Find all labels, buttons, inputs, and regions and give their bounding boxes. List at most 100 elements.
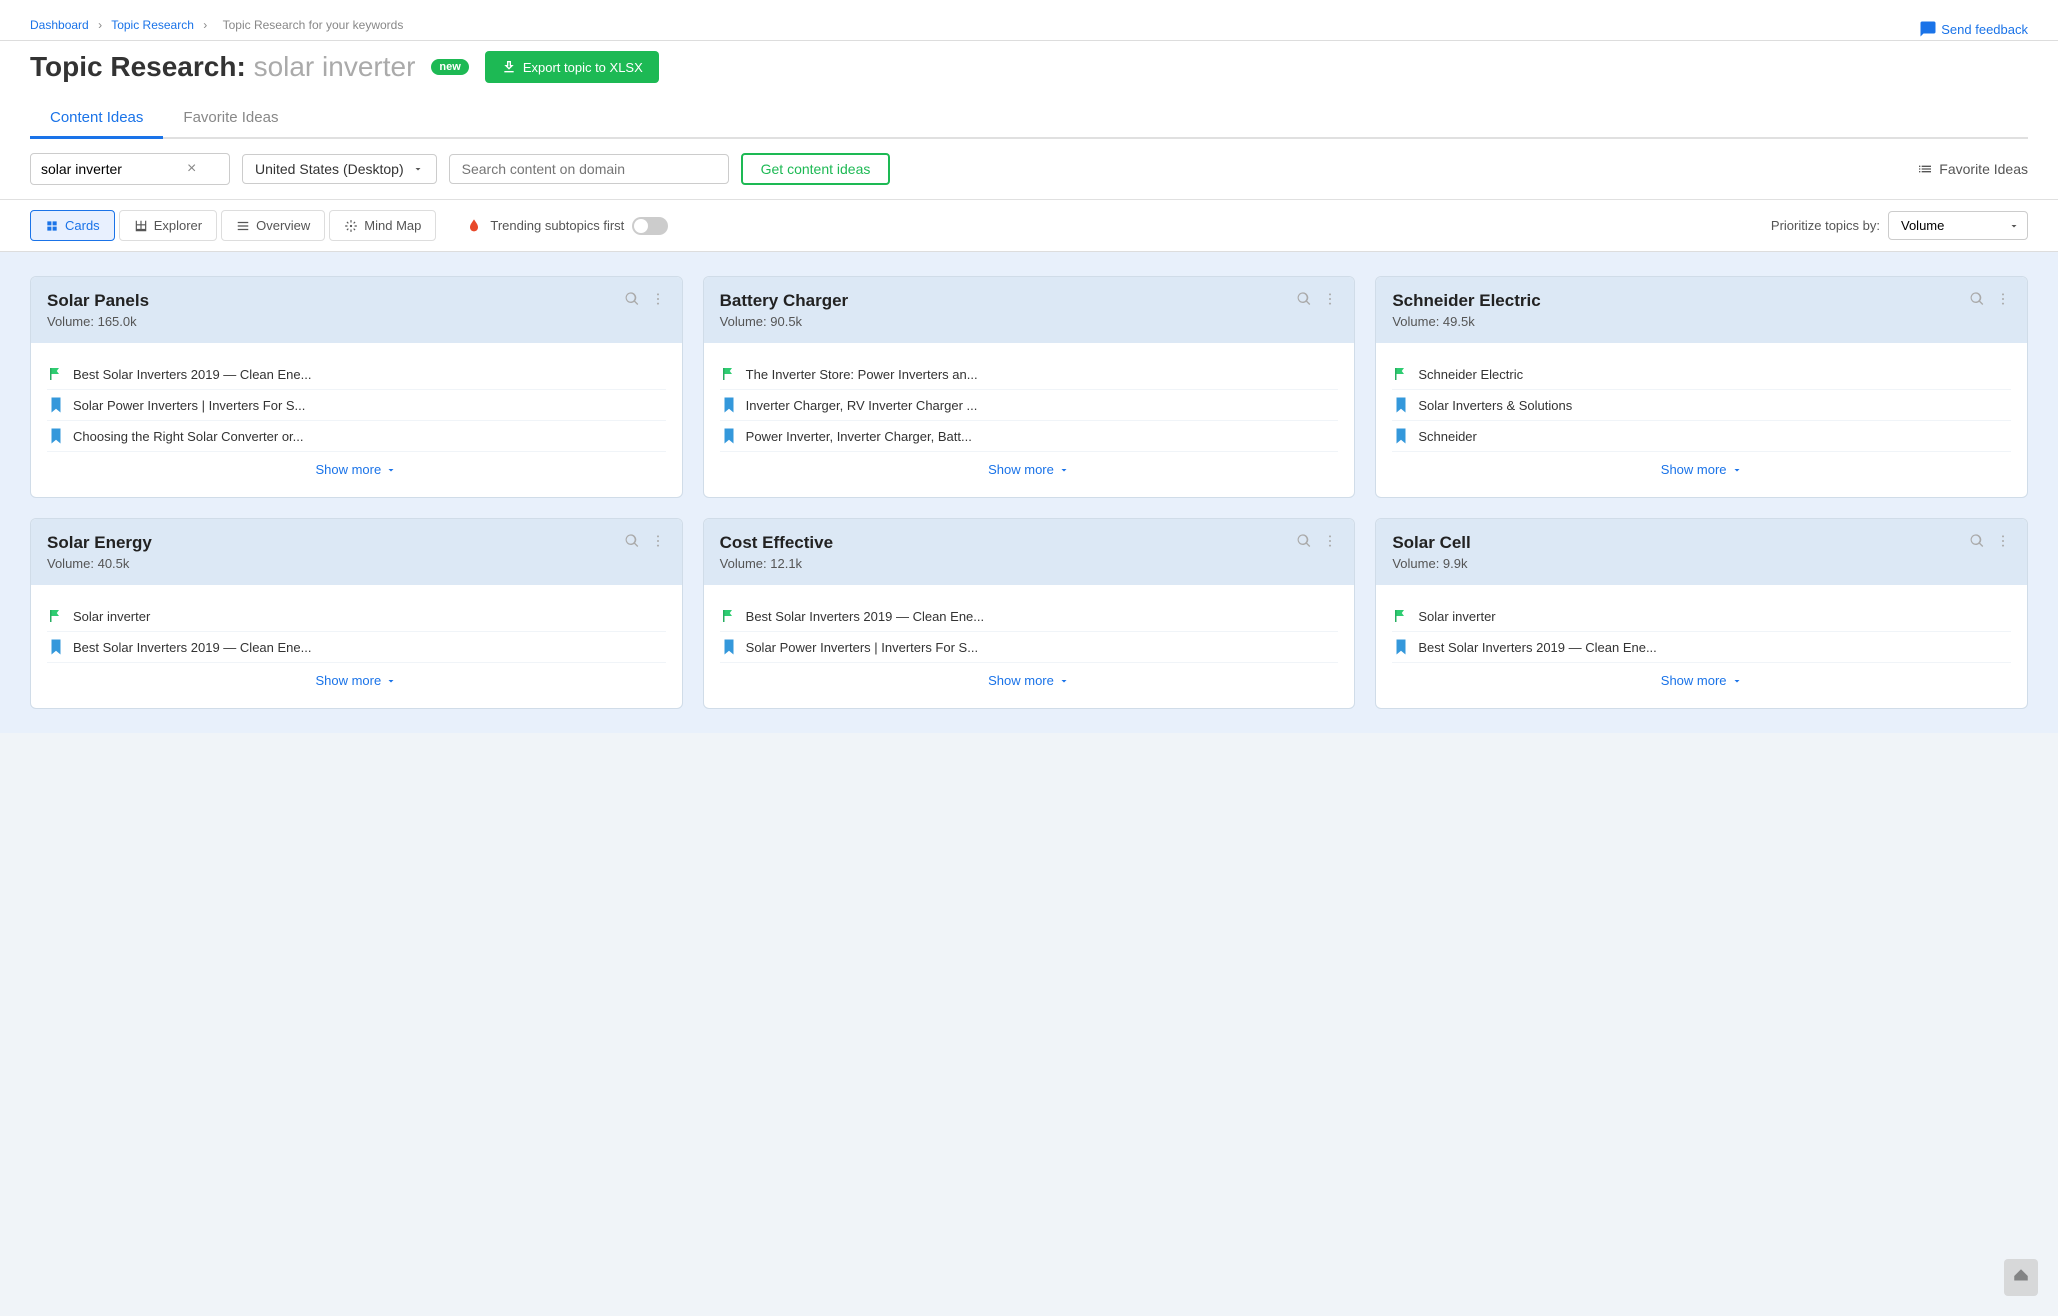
controls-bar: × United States (Desktop) Get content id… — [0, 139, 2058, 200]
prioritize-dropdown[interactable]: Volume Difficulty Topic Efficiency — [1888, 211, 2028, 240]
trending-toggle: Trending subtopics first — [466, 217, 668, 235]
card-volume: Volume: 9.9k — [1392, 556, 1961, 571]
card-title: Schneider Electric — [1392, 291, 1961, 311]
tab-favorite-ideas[interactable]: Favorite Ideas — [163, 99, 298, 139]
trending-label: Trending subtopics first — [490, 218, 624, 233]
breadcrumb-dashboard[interactable]: Dashboard — [30, 18, 89, 32]
send-feedback-link[interactable]: Send feedback — [1919, 12, 2028, 38]
card-cost-effective: Cost Effective Volume: 12.1k Best Solar … — [703, 518, 1356, 709]
clear-search-icon[interactable]: × — [187, 160, 196, 178]
keyword-search-input[interactable] — [41, 161, 181, 177]
domain-search-input[interactable] — [449, 154, 729, 184]
card-item: Best Solar Inverters 2019 — Clean Ene... — [47, 632, 666, 663]
megaphone-icon — [2012, 1267, 2030, 1285]
export-button[interactable]: Export topic to XLSX — [485, 51, 659, 83]
search-card-icon[interactable] — [624, 291, 640, 312]
blue-bookmark-icon — [47, 638, 65, 656]
card-body: Best Solar Inverters 2019 — Clean Ene...… — [704, 585, 1355, 708]
breadcrumb: Dashboard › Topic Research › Topic Resea… — [30, 10, 409, 40]
new-badge: new — [431, 59, 468, 75]
view-button-group: Cards Explorer Overview Mind Map — [30, 210, 436, 241]
mindmap-icon — [344, 219, 358, 233]
card-item: Power Inverter, Inverter Charger, Batt..… — [720, 421, 1339, 452]
get-ideas-button[interactable]: Get content ideas — [741, 153, 891, 185]
location-dropdown[interactable]: United States (Desktop) — [242, 154, 437, 184]
card-item: Best Solar Inverters 2019 — Clean Ene... — [720, 601, 1339, 632]
card-volume: Volume: 40.5k — [47, 556, 616, 571]
green-flag-icon — [47, 607, 65, 625]
search-card-icon[interactable] — [1296, 291, 1312, 312]
blue-bookmark-icon — [47, 427, 65, 445]
card-body: Best Solar Inverters 2019 — Clean Ene...… — [31, 343, 682, 497]
send-feedback-label: Send feedback — [1941, 22, 2028, 37]
show-more-link[interactable]: Show more — [47, 452, 666, 481]
green-flag-icon — [720, 365, 738, 383]
overview-icon — [236, 219, 250, 233]
list-icon — [1917, 161, 1933, 177]
more-options-icon[interactable] — [1995, 291, 2011, 312]
card-title: Solar Panels — [47, 291, 616, 311]
chevron-down-icon — [1058, 464, 1070, 476]
card-item: Solar Inverters & Solutions — [1392, 390, 2011, 421]
card-item: The Inverter Store: Power Inverters an..… — [720, 359, 1339, 390]
card-item: Best Solar Inverters 2019 — Clean Ene... — [47, 359, 666, 390]
blue-bookmark-icon — [720, 638, 738, 656]
green-flag-icon — [47, 365, 65, 383]
chevron-down-icon — [385, 464, 397, 476]
more-options-icon[interactable] — [650, 291, 666, 312]
green-flag-icon — [1392, 365, 1410, 383]
view-overview-button[interactable]: Overview — [221, 210, 325, 241]
more-options-icon[interactable] — [1995, 533, 2011, 554]
favorite-ideas-link[interactable]: Favorite Ideas — [1917, 161, 2028, 177]
card-body: The Inverter Store: Power Inverters an..… — [704, 343, 1355, 497]
search-card-icon[interactable] — [624, 533, 640, 554]
chat-icon — [1919, 20, 1937, 38]
floating-feedback[interactable] — [2004, 1259, 2038, 1296]
more-options-icon[interactable] — [1322, 533, 1338, 554]
card-item: Solar Power Inverters | Inverters For S.… — [47, 390, 666, 421]
show-more-link[interactable]: Show more — [47, 663, 666, 692]
blue-bookmark-icon — [720, 427, 738, 445]
chevron-down-icon — [1731, 464, 1743, 476]
view-bar: Cards Explorer Overview Mind Map Trendin… — [0, 200, 2058, 252]
card-battery-charger: Battery Charger Volume: 90.5k The Invert… — [703, 276, 1356, 498]
card-header: Schneider Electric Volume: 49.5k — [1376, 277, 2027, 343]
search-card-icon[interactable] — [1969, 291, 1985, 312]
card-header: Solar Panels Volume: 165.0k — [31, 277, 682, 343]
view-cards-button[interactable]: Cards — [30, 210, 115, 241]
breadcrumb-topic-research[interactable]: Topic Research — [111, 18, 194, 32]
show-more-link[interactable]: Show more — [720, 663, 1339, 692]
show-more-link[interactable]: Show more — [1392, 663, 2011, 692]
search-card-icon[interactable] — [1969, 533, 1985, 554]
card-volume: Volume: 90.5k — [720, 314, 1289, 329]
show-more-link[interactable]: Show more — [720, 452, 1339, 481]
trending-toggle-switch[interactable] — [632, 217, 668, 235]
card-title: Battery Charger — [720, 291, 1289, 311]
show-more-link[interactable]: Show more — [1392, 452, 2011, 481]
more-options-icon[interactable] — [650, 533, 666, 554]
green-flag-icon — [1392, 607, 1410, 625]
view-mindmap-button[interactable]: Mind Map — [329, 210, 436, 241]
cards-icon — [45, 219, 59, 233]
blue-bookmark-icon — [1392, 427, 1410, 445]
card-item: Schneider Electric — [1392, 359, 2011, 390]
green-flag-icon — [720, 607, 738, 625]
card-item: Best Solar Inverters 2019 — Clean Ene... — [1392, 632, 2011, 663]
card-item: Solar inverter — [47, 601, 666, 632]
tab-content-ideas[interactable]: Content Ideas — [30, 99, 163, 139]
cards-container: Solar Panels Volume: 165.0k Best Solar I… — [0, 252, 2058, 733]
card-body: Solar inverter Best Solar Inverters 2019… — [1376, 585, 2027, 708]
breadcrumb-current: Topic Research for your keywords — [223, 18, 404, 32]
chevron-down-icon — [1731, 675, 1743, 687]
card-header: Solar Cell Volume: 9.9k — [1376, 519, 2027, 585]
card-volume: Volume: 12.1k — [720, 556, 1289, 571]
card-item: Schneider — [1392, 421, 2011, 452]
view-explorer-button[interactable]: Explorer — [119, 210, 217, 241]
prioritize-section: Prioritize topics by: Volume Difficulty … — [1771, 211, 2028, 240]
card-header: Cost Effective Volume: 12.1k — [704, 519, 1355, 585]
flame-icon — [466, 218, 482, 234]
blue-bookmark-icon — [720, 396, 738, 414]
page-title: Topic Research: solar inverter — [30, 51, 415, 83]
search-card-icon[interactable] — [1296, 533, 1312, 554]
more-options-icon[interactable] — [1322, 291, 1338, 312]
